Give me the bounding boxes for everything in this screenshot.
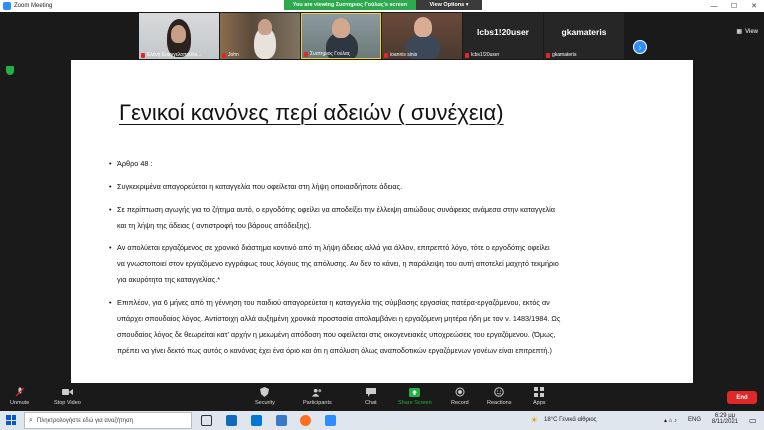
- end-meeting-button[interactable]: End: [727, 391, 757, 404]
- security-shield-icon: [259, 387, 270, 397]
- share-screen-icon: [409, 387, 421, 397]
- task-view-icon[interactable]: [201, 415, 212, 426]
- tray-clock[interactable]: 6:29 μμ 8/11/2021: [710, 413, 740, 425]
- view-button-label: View: [745, 28, 758, 35]
- shared-slide: Γενικοί κανόνες περί αδειών ( συνέχεια) …: [71, 60, 693, 383]
- participant-face: [171, 25, 186, 43]
- input-language[interactable]: ENG: [688, 417, 701, 423]
- mic-muted-icon: [384, 52, 388, 58]
- tray-network-icon[interactable]: ▴ ⌂ ♪: [664, 417, 677, 424]
- maximize-icon[interactable]: ☐: [724, 0, 744, 12]
- grid-view-icon: ▦: [736, 29, 743, 35]
- view-options-label: View Options: [429, 2, 465, 8]
- participant-name: ioannis sinis: [390, 52, 418, 58]
- slide-bullet: Άρθρο 48 :: [109, 156, 677, 172]
- reactions-button[interactable]: Reactions: [487, 387, 511, 406]
- weather-status[interactable]: 18°C Γενικά αίθριος: [544, 417, 597, 423]
- mic-muted-icon: [304, 51, 308, 57]
- calendar-icon[interactable]: [276, 415, 287, 426]
- participant-face: [414, 17, 432, 37]
- apps-button[interactable]: Apps: [533, 387, 546, 406]
- unmute-button[interactable]: Unmute: [10, 387, 29, 406]
- slide-title: Γενικοί κανόνες περί αδειών ( συνέχεια): [119, 100, 504, 125]
- mail-icon[interactable]: [251, 415, 262, 426]
- chat-bubble-icon: [365, 387, 376, 397]
- view-options-button[interactable]: View Options ▾: [416, 0, 482, 10]
- clock-date: 8/11/2021: [711, 419, 739, 425]
- participant-tile-active-speaker[interactable]: Συστηριος Γούλας: [301, 13, 381, 59]
- notifications-icon[interactable]: ▭: [749, 416, 757, 425]
- firefox-icon[interactable]: [300, 415, 311, 426]
- windows-start-icon[interactable]: [6, 415, 16, 425]
- encryption-shield-icon[interactable]: [6, 66, 14, 75]
- participant-tile[interactable]: gkamateris gkamateris: [544, 13, 624, 59]
- participant-big-name: gkamateris: [561, 27, 607, 37]
- participants-icon: [311, 387, 323, 397]
- video-camera-icon: [61, 387, 73, 397]
- participants-button[interactable]: Participants: [303, 387, 332, 406]
- viewing-label: You are viewing Συστηριος Γούλας's scree…: [284, 0, 416, 10]
- share-screen-button[interactable]: Share Screen: [398, 387, 432, 406]
- record-button[interactable]: Record: [451, 387, 469, 406]
- gallery-next-arrow-icon[interactable]: ›: [633, 40, 647, 54]
- mic-muted-icon: [222, 52, 226, 58]
- mic-muted-icon: [465, 52, 469, 58]
- windows-taskbar: ⌕ Πληκτρολογήστε εδώ για αναζήτηση ☀ 18°…: [0, 411, 764, 430]
- zoom-taskbar-icon[interactable]: [325, 415, 336, 426]
- participant-big-name: lcbs1!20user: [477, 27, 529, 37]
- participant-name: gkamateris: [552, 52, 577, 58]
- mic-muted-icon: [546, 52, 550, 58]
- taskbar-search-input[interactable]: ⌕ Πληκτρολογήστε εδώ για αναζήτηση: [24, 412, 192, 429]
- weather-sun-icon: ☀: [530, 415, 539, 425]
- participant-name: Συστηριος Γούλας: [310, 51, 351, 57]
- search-placeholder: Πληκτρολογήστε εδώ για αναζήτηση: [36, 417, 133, 424]
- record-icon: [454, 387, 465, 397]
- window-controls: — ☐ ✕: [704, 0, 764, 12]
- participant-name: lcbs1!20user: [471, 52, 500, 58]
- minimize-icon[interactable]: —: [704, 0, 724, 12]
- meeting-toolbar: Unmute Stop Video Security Participants …: [0, 384, 764, 411]
- slide-bullet: Συγκεκριμένα απαγορεύεται η καταγγελία π…: [109, 179, 677, 195]
- mic-muted-icon: [14, 387, 25, 397]
- participant-face: [332, 18, 350, 38]
- zoom-logo-icon: [3, 2, 11, 10]
- participant-tile[interactable]: John: [220, 13, 300, 59]
- participant-tile[interactable]: ioannis sinis: [382, 13, 462, 59]
- smiley-reaction-icon: [494, 387, 505, 397]
- slide-bullet: Σε περίπτωση αγωγής για το ζήτημα αυτό, …: [109, 202, 677, 234]
- apps-grid-icon: [534, 387, 545, 397]
- participant-gallery: Ελένη Ευαγγελοπούλο... John Συστηριος Γο…: [0, 12, 764, 60]
- close-icon[interactable]: ✕: [744, 0, 764, 12]
- security-button[interactable]: Security: [255, 387, 275, 406]
- stop-video-button[interactable]: Stop Video: [54, 387, 81, 406]
- search-icon: ⌕: [29, 416, 33, 424]
- slide-bullet: Επιπλέον, για 6 μήνες από τη γέννηση του…: [109, 295, 677, 359]
- participant-name: John: [228, 52, 239, 58]
- chat-button[interactable]: Chat: [365, 387, 377, 406]
- view-button[interactable]: ▦ View: [736, 28, 758, 36]
- screen-share-banner: You are viewing Συστηριος Γούλας's scree…: [284, 0, 482, 10]
- participant-tile[interactable]: lcbs1!20user lcbs1!20user: [463, 13, 543, 59]
- mic-muted-icon: [141, 52, 145, 58]
- participant-tile[interactable]: Ελένη Ευαγγελοπούλο...: [139, 13, 219, 59]
- slide-bullet: Αν απολύεται εργαζόμενος σε χρονικό διάσ…: [109, 240, 677, 288]
- participant-name: Ελένη Ευαγγελοπούλο...: [147, 52, 202, 58]
- participant-face: [258, 19, 272, 35]
- window-title: Zoom Meeting: [14, 3, 53, 9]
- edge-browser-icon[interactable]: [226, 415, 237, 426]
